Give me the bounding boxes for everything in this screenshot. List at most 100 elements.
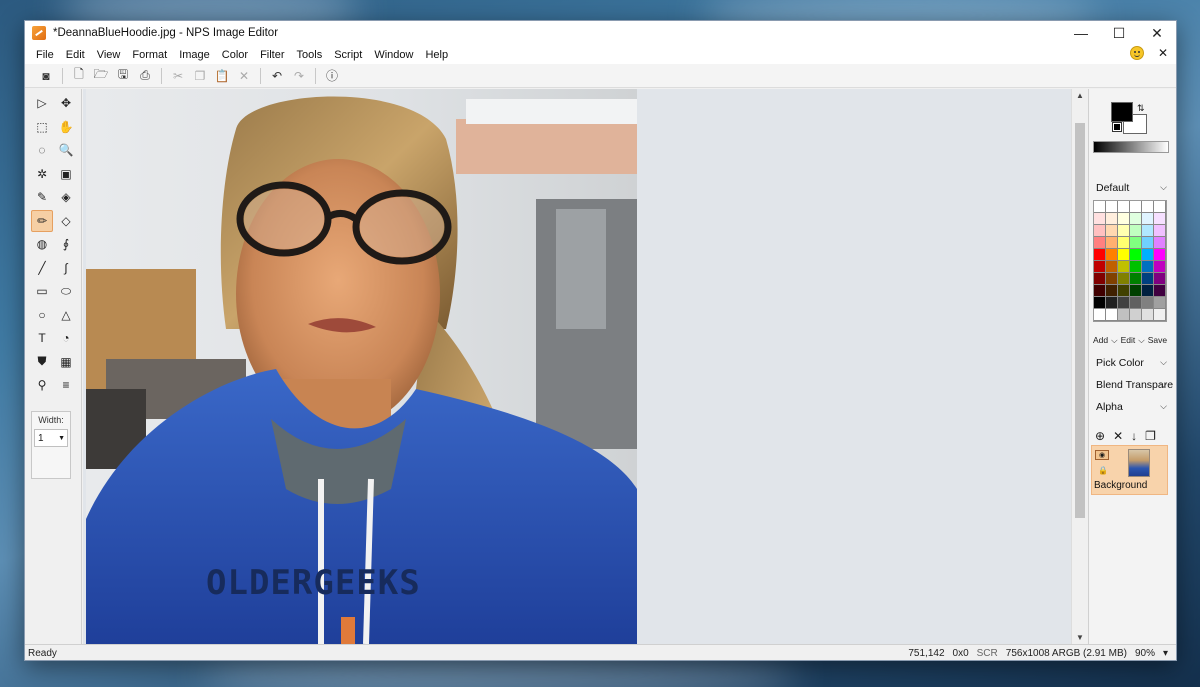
align-icon[interactable]: ≡ [55,374,77,397]
chevron-down-icon[interactable]: ⌵ [1111,335,1117,346]
palette-swatch[interactable] [1094,309,1106,321]
palette-swatch[interactable] [1130,309,1142,321]
eraser-icon[interactable]: ◇ [55,210,77,233]
palette-swatch[interactable] [1142,213,1154,225]
delete-icon[interactable]: ✕ [235,67,253,85]
undo-icon[interactable]: ↶ [268,67,286,85]
scroll-down-icon[interactable]: ▼ [1072,633,1088,642]
menu-color[interactable]: Color [216,49,254,61]
palette-swatch[interactable] [1106,285,1118,297]
palette-swatch[interactable] [1154,297,1166,309]
palette-swatch[interactable] [1106,225,1118,237]
palette-save-button[interactable]: Save [1148,335,1167,346]
palette-swatch[interactable] [1106,309,1118,321]
palette-swatch[interactable] [1118,213,1130,225]
palette-swatch[interactable] [1118,225,1130,237]
palette-swatch[interactable] [1130,261,1142,273]
blend-mode-select[interactable]: Blend Transpare ⌵ [1089,375,1175,395]
open-folder-icon[interactable]: 🗁 [92,67,110,85]
gradient-icon[interactable]: ▣ [55,163,77,186]
palette-swatch[interactable] [1094,261,1106,273]
pattern-icon[interactable]: ▦ [55,351,77,374]
zoom-level[interactable]: 90% [1135,648,1155,659]
scrollbar-thumb[interactable] [1075,123,1085,518]
palette-swatch[interactable] [1130,285,1142,297]
close-document-icon[interactable]: ✕ [1158,46,1168,60]
curve-icon[interactable]: ∫ [55,257,77,280]
scroll-up-icon[interactable]: ▲ [1072,91,1088,100]
palette-swatch[interactable] [1118,201,1130,213]
screen-capture-icon[interactable]: ◙ [37,67,55,85]
image-canvas[interactable]: OLDERGEEKS [86,89,637,644]
menu-view[interactable]: View [91,49,127,61]
save-icon[interactable]: 🖫 [114,67,132,85]
hand-icon[interactable]: ✋ [55,116,77,139]
menu-tools[interactable]: Tools [291,49,329,61]
palette-swatch[interactable] [1154,261,1166,273]
palette-swatch[interactable] [1154,225,1166,237]
palette-swatch[interactable] [1142,237,1154,249]
palette-swatch[interactable] [1094,249,1106,261]
rectangle-icon[interactable]: ▭ [31,280,53,303]
menu-help[interactable]: Help [419,49,454,61]
palette-swatch[interactable] [1154,273,1166,285]
spray-icon[interactable]: ◍ [31,233,53,256]
lasso-icon[interactable]: ◌ [31,139,53,162]
palette-swatch[interactable] [1106,261,1118,273]
palette-swatch[interactable] [1106,213,1118,225]
menu-filter[interactable]: Filter [254,49,290,61]
palette-swatch[interactable] [1142,249,1154,261]
minimize-button[interactable]: — [1062,21,1100,45]
pin-icon[interactable]: ⚲ [31,374,53,397]
palette-swatch[interactable] [1106,249,1118,261]
menu-edit[interactable]: Edit [60,49,91,61]
palette-swatch[interactable] [1094,213,1106,225]
redo-icon[interactable]: ↷ [290,67,308,85]
palette-swatch[interactable] [1154,249,1166,261]
paste-icon[interactable]: 📋 [213,67,231,85]
menu-script[interactable]: Script [328,49,368,61]
palette-swatch[interactable] [1142,261,1154,273]
add-layer-icon[interactable]: ⊕ [1095,429,1105,443]
duplicate-layer-icon[interactable]: ❐ [1145,429,1156,443]
palette-swatch[interactable] [1142,297,1154,309]
eyedropper-icon[interactable]: ✎ [31,186,53,209]
cut-icon[interactable]: ✂ [169,67,187,85]
pencil-icon[interactable]: ✏ [31,209,53,232]
menu-format[interactable]: Format [126,49,173,61]
palette-swatch[interactable] [1142,273,1154,285]
palette-swatch[interactable] [1154,201,1166,213]
palette-swatch[interactable] [1106,237,1118,249]
palette-swatch[interactable] [1106,201,1118,213]
chevron-down-icon[interactable]: ⌵ [1138,335,1144,346]
move-icon[interactable]: ✥ [55,92,77,115]
color-palette[interactable] [1093,200,1167,322]
polygon-icon[interactable]: △ [55,304,77,327]
lock-icon[interactable]: 🔒 [1098,466,1108,475]
palette-swatch[interactable] [1094,297,1106,309]
gradient-strip[interactable] [1093,141,1169,153]
palette-swatch[interactable] [1130,237,1142,249]
palette-swatch[interactable] [1130,273,1142,285]
merge-down-icon[interactable]: ↓ [1131,429,1137,443]
close-button[interactable]: ✕ [1138,21,1176,45]
palette-swatch[interactable] [1106,273,1118,285]
foreground-color-swatch[interactable] [1111,102,1133,122]
palette-swatch[interactable] [1154,309,1166,321]
palette-swatch[interactable] [1130,213,1142,225]
palette-swatch[interactable] [1118,261,1130,273]
vertical-scrollbar[interactable]: ▲ ▼ [1071,89,1087,644]
stamp-icon[interactable]: ⛊ [31,351,53,374]
palette-swatch[interactable] [1094,225,1106,237]
visibility-eye-icon[interactable]: ◉ [1095,450,1109,460]
palette-swatch[interactable] [1142,309,1154,321]
palette-swatch[interactable] [1118,273,1130,285]
palette-swatch[interactable] [1154,213,1166,225]
chevron-down-icon[interactable]: ▾ [1163,648,1168,659]
circle-icon[interactable]: ○ [31,304,53,327]
maximize-button[interactable]: ☐ [1100,21,1138,45]
ellipse-icon[interactable]: ⬭ [55,280,77,303]
zoom-icon[interactable]: 🔍 [55,139,77,162]
palette-swatch[interactable] [1130,249,1142,261]
palette-swatch[interactable] [1130,201,1142,213]
